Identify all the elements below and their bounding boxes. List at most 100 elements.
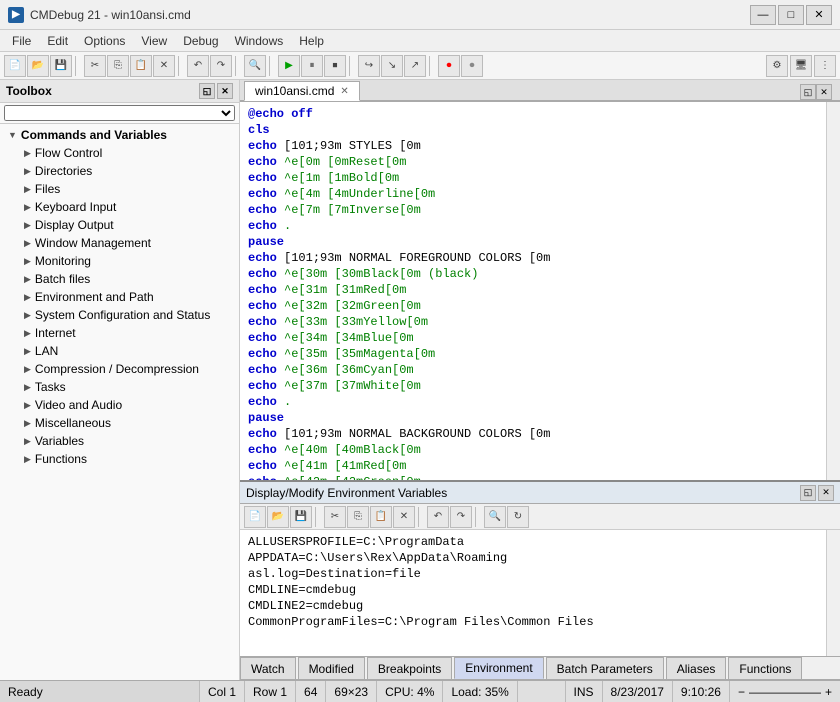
toolbar-undo[interactable]: ↶ — [187, 55, 209, 77]
toolbar-delete[interactable]: ✕ — [153, 55, 175, 77]
code-line: echo ^e[34m [34mBlue[0m — [248, 330, 818, 346]
bottom-tab-watch[interactable]: Watch — [240, 657, 296, 679]
bottom-copy-btn[interactable]: ⎘ — [347, 506, 369, 528]
tree-item-variables[interactable]: ▶Variables — [0, 432, 239, 450]
statusbar: Ready Col 1 Row 1 64 69×23 CPU: 4% Load:… — [0, 680, 840, 702]
bottom-refresh-btn[interactable]: ↻ — [507, 506, 529, 528]
tree-item-batch[interactable]: ▶Batch files — [0, 270, 239, 288]
zoom-in-icon[interactable]: + — [825, 685, 832, 699]
bottom-redo-btn[interactable]: ↷ — [450, 506, 472, 528]
tree-item-env-path[interactable]: ▶Environment and Path — [0, 288, 239, 306]
toolbar-find[interactable]: 🔍 — [244, 55, 266, 77]
toolbox-category-select[interactable] — [4, 105, 235, 121]
titlebar-title: CMDebug 21 - win10ansi.cmd — [30, 8, 191, 22]
tab-win10ansi[interactable]: win10ansi.cmd ✕ — [244, 81, 360, 101]
toolbar-sep6 — [429, 56, 435, 76]
tree-item-functions[interactable]: ▶Functions — [0, 450, 239, 468]
tree-item-sys-config[interactable]: ▶System Configuration and Status — [0, 306, 239, 324]
toolbar-stepout[interactable]: ↗ — [404, 55, 426, 77]
tree-item-files[interactable]: ▶Files — [0, 180, 239, 198]
editor-scrollbar[interactable] — [826, 102, 840, 480]
toolbox-float-btn[interactable]: ◱ — [199, 83, 215, 99]
close-button[interactable]: ✕ — [806, 5, 832, 25]
bottom-tab-aliases[interactable]: Aliases — [666, 657, 727, 679]
toolbar-copy[interactable]: ⎘ — [107, 55, 129, 77]
menu-view[interactable]: View — [133, 32, 175, 50]
toolbar-open[interactable]: 📂 — [27, 55, 49, 77]
bottom-tab-functions[interactable]: Functions — [728, 657, 802, 679]
toolbar-cut[interactable]: ✂ — [84, 55, 106, 77]
menu-edit[interactable]: Edit — [39, 32, 76, 50]
menu-debug[interactable]: Debug — [175, 32, 226, 50]
minimize-button[interactable]: — — [750, 5, 776, 25]
editor-close-btn[interactable]: ✕ — [816, 84, 832, 100]
tree-item-video-audio[interactable]: ▶Video and Audio — [0, 396, 239, 414]
menu-file[interactable]: File — [4, 32, 39, 50]
env-vars-display[interactable]: ALLUSERSPROFILE=C:\ProgramDataAPPDATA=C:… — [240, 530, 826, 656]
menu-windows[interactable]: Windows — [227, 32, 292, 50]
toolbar-redo[interactable]: ↷ — [210, 55, 232, 77]
bottom-undo-btn[interactable]: ↶ — [427, 506, 449, 528]
toolbar-paste[interactable]: 📋 — [130, 55, 152, 77]
tree-item-lan[interactable]: ▶LAN — [0, 342, 239, 360]
toolbar-save[interactable]: 💾 — [50, 55, 72, 77]
code-line: echo ^e[31m [31mRed[0m — [248, 282, 818, 298]
bottom-float-btn[interactable]: ◱ — [800, 485, 816, 501]
tree-item-misc[interactable]: ▶Miscellaneous — [0, 414, 239, 432]
bottom-open-btn[interactable]: 📂 — [267, 506, 289, 528]
tree-item-flow-control[interactable]: ▶Flow Control — [0, 144, 239, 162]
bottom-del-btn[interactable]: ✕ — [393, 506, 415, 528]
toolbar-extra1[interactable]: ⚙ — [766, 55, 788, 77]
toolbox-close-btn[interactable]: ✕ — [217, 83, 233, 99]
toolbar-run[interactable]: ▶ — [278, 55, 300, 77]
tree-item-keyboard[interactable]: ▶Keyboard Input — [0, 198, 239, 216]
titlebar-controls[interactable]: — □ ✕ — [750, 5, 832, 25]
menu-options[interactable]: Options — [76, 32, 133, 50]
tree-item-window[interactable]: ▶Window Management — [0, 234, 239, 252]
tree-item-internet[interactable]: ▶Internet — [0, 324, 239, 342]
code-line: echo ^e[42m [42mGreen[0m — [248, 474, 818, 480]
editor-float-btn[interactable]: ◱ — [800, 84, 816, 100]
bottom-tab-modified[interactable]: Modified — [298, 657, 365, 679]
bottom-paste-btn[interactable]: 📋 — [370, 506, 392, 528]
bottom-tab-batch[interactable]: Batch Parameters — [546, 657, 664, 679]
tab-close-btn[interactable]: ✕ — [340, 86, 348, 97]
status-dims: 69×23 — [326, 681, 377, 702]
tree-item-arrow: ▶ — [24, 148, 31, 159]
bottom-save-btn[interactable]: 💾 — [290, 506, 312, 528]
env-var-line: ALLUSERSPROFILE=C:\ProgramData — [248, 534, 818, 550]
zoom-out-icon[interactable]: − — [738, 685, 745, 699]
bottom-find-btn[interactable]: 🔍 — [484, 506, 506, 528]
tree-item-arrow: ▶ — [24, 238, 31, 249]
bottom-tab-breakpoints[interactable]: Breakpoints — [367, 657, 452, 679]
toolbar-stepinto[interactable]: ↘ — [381, 55, 403, 77]
toolbar-pause[interactable]: ⏸ — [301, 55, 323, 77]
tree-item-monitoring[interactable]: ▶Monitoring — [0, 252, 239, 270]
bottom-close-btn[interactable]: ✕ — [818, 485, 834, 501]
toolbar-stepover[interactable]: ↪ — [358, 55, 380, 77]
toolbar-stop[interactable]: ⏹ — [324, 55, 346, 77]
toolbar-extra3[interactable]: ⋮ — [814, 55, 836, 77]
bottom-new-btn[interactable]: 📄 — [244, 506, 266, 528]
bottom-panel-controls[interactable]: ◱ ✕ — [800, 485, 834, 501]
toolbox-header-controls[interactable]: ◱ ✕ — [199, 83, 233, 99]
bottom-scrollbar[interactable] — [826, 530, 840, 656]
code-line: echo [101;93m NORMAL BACKGROUND COLORS [… — [248, 426, 818, 442]
bottom-cut-btn[interactable]: ✂ — [324, 506, 346, 528]
toolbar-breakpoint-red[interactable]: ⏺ — [438, 55, 460, 77]
tree-section-commands-header[interactable]: ▼ Commands and Variables — [0, 126, 239, 144]
menu-help[interactable]: Help — [291, 32, 332, 50]
tree-item-display[interactable]: ▶Display Output — [0, 216, 239, 234]
tree-item-compression[interactable]: ▶Compression / Decompression — [0, 360, 239, 378]
app-icon: ▶ — [8, 7, 24, 23]
tree-item-directories[interactable]: ▶Directories — [0, 162, 239, 180]
status-row: Row 1 — [245, 681, 296, 702]
bottom-tab-environment[interactable]: Environment — [454, 657, 543, 679]
toolbar-sep4 — [269, 56, 275, 76]
toolbar-breakpoint-circle[interactable]: ⏺ — [461, 55, 483, 77]
maximize-button[interactable]: □ — [778, 5, 804, 25]
tree-item-tasks[interactable]: ▶Tasks — [0, 378, 239, 396]
code-editor[interactable]: @echo offclsecho [101;93m STYLES [0mecho… — [240, 102, 826, 480]
toolbar-extra2[interactable]: 🖥 — [790, 55, 812, 77]
toolbar-new[interactable]: 📄 — [4, 55, 26, 77]
